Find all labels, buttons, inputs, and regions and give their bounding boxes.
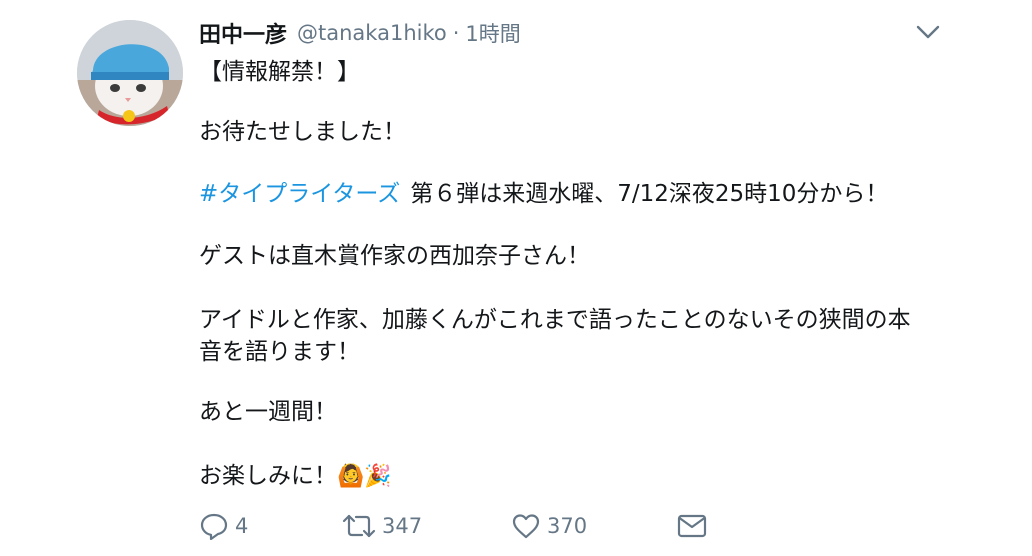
reply-icon <box>200 513 228 540</box>
text-line: #タイプライターズ 第６弾は来週水曜、7/12深夜25時10分から！ <box>199 178 888 210</box>
heart-icon <box>512 514 540 539</box>
cat-avatar-icon <box>77 20 183 126</box>
display-name[interactable]: 田中一彦 <box>199 17 287 49</box>
emoji: 🙆🎉 <box>337 464 392 489</box>
like-count: 370 <box>547 514 588 538</box>
like-button[interactable]: 370 <box>511 508 587 544</box>
avatar[interactable] <box>77 20 183 126</box>
user-handle[interactable]: @tanaka1hiko <box>297 21 447 45</box>
text-line: 音を語ります！ <box>199 339 360 365</box>
timestamp[interactable]: 1時間 <box>465 18 520 48</box>
text-line: お待たせしました！ <box>199 119 406 145</box>
reply-count: 4 <box>235 514 249 538</box>
reply-button[interactable]: 4 <box>199 508 248 544</box>
separator: · <box>452 21 460 45</box>
retweet-count: 347 <box>382 514 423 538</box>
retweet-button[interactable]: 347 <box>342 508 422 544</box>
hashtag-link[interactable]: #タイプライターズ <box>199 181 400 207</box>
text-segment: お楽しみに！ <box>199 463 337 489</box>
tweet-header: 田中一彦 @tanaka1hiko · 1時間 <box>199 16 521 50</box>
text-line: あと一週間！ <box>199 399 337 425</box>
text-line: ゲストは直木賞作家の西加奈子さん！ <box>199 243 590 269</box>
tweet: 田中一彦 @tanaka1hiko · 1時間 【情報解禁！】 お待たせしました… <box>0 0 1032 556</box>
text-line: 【情報解禁！】 <box>199 59 360 85</box>
more-options-button[interactable] <box>914 20 942 44</box>
direct-message-button[interactable] <box>676 508 708 544</box>
tweet-actions: 4 347 370 <box>199 508 719 544</box>
text-line: アイドルと作家、加藤くんがこれまで語ったことのないその狭間の本 <box>199 307 911 333</box>
retweet-icon <box>342 514 376 538</box>
envelope-icon <box>677 514 707 538</box>
text-line: お楽しみに！🙆🎉 <box>199 460 392 493</box>
text-segment: 第６弾は来週水曜、7/12深夜25時10分から！ <box>410 181 889 207</box>
chevron-down-icon <box>916 25 940 39</box>
